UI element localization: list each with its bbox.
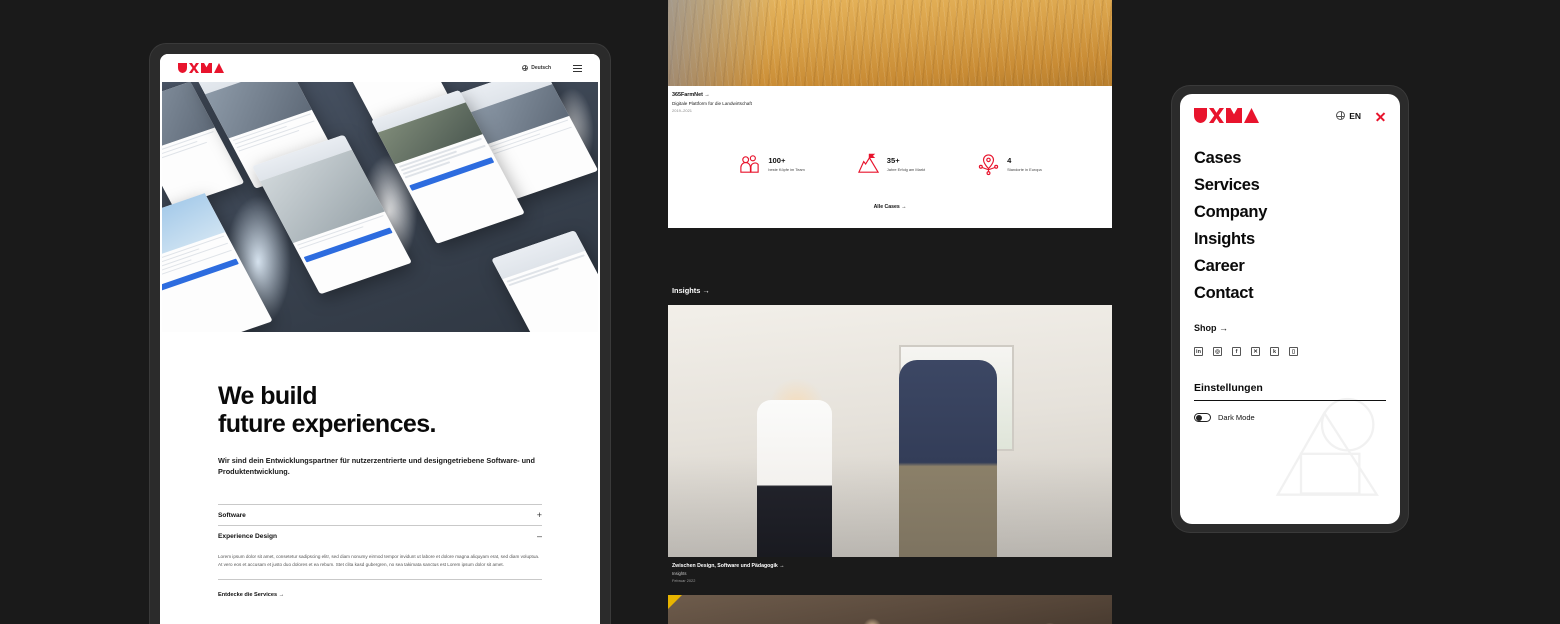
desktop-page-panel: 365FarmNet → Digitale Plattform für die … (668, 0, 1112, 624)
mobile-app-icon[interactable]: ▯ (1289, 347, 1298, 356)
case-section: 365FarmNet → Digitale Plattform für die … (668, 0, 1112, 228)
stats-row: 100+ beste Köpfe im Team 35+ Jahre Erfol… (668, 113, 1112, 204)
location-pin-icon (978, 153, 999, 175)
phone-menu-header: EN (1194, 108, 1386, 123)
insight-category: Insights (672, 571, 687, 576)
team-image (668, 595, 1112, 624)
accordion-item-software[interactable]: Software + (218, 503, 542, 525)
xing-icon[interactable]: ✕ (1251, 347, 1260, 356)
nav-item-contact[interactable]: Contact (1194, 284, 1386, 303)
people-icon (740, 154, 760, 173)
services-accordion: Software + Experience Design – Lorem ips… (218, 503, 542, 598)
stat-item: 4 Standorte in Europa (977, 153, 1042, 176)
services-cta-link[interactable]: Entdecke die Services → (218, 592, 542, 598)
hamburger-menu-icon[interactable] (573, 64, 582, 72)
nav-item-insights[interactable]: Insights (1194, 230, 1386, 249)
dark-mode-toggle[interactable] (1194, 413, 1211, 422)
stat-label: Jahre Erfolg am Markt (886, 167, 926, 172)
case-description: Digitale Plattform für die Landwirtschaf… (672, 100, 752, 106)
case-hero-image (668, 0, 1112, 86)
page-subtitle: Wir sind dein Entwicklungspartner für nu… (218, 456, 535, 476)
tablet-site-header: Deutsch (160, 54, 600, 82)
plus-icon: + (536, 509, 542, 520)
facebook-icon[interactable]: f (1232, 347, 1241, 356)
close-icon[interactable] (1375, 110, 1386, 121)
shop-link[interactable]: Shop → (1194, 323, 1386, 333)
all-cases-link[interactable]: Alle Cases → (668, 204, 1112, 218)
stat-value: 100+ (768, 156, 786, 165)
insight-title-link[interactable]: Zwischen Design, Software und Pädagogik … (672, 563, 1112, 569)
mobile-nav-menu: Cases Services Company Insights Career C… (1194, 149, 1386, 303)
language-switcher[interactable]: EN (1336, 111, 1361, 121)
accordion-title: Experience Design (218, 532, 278, 540)
stat-item: 35+ Jahre Erfolg am Markt (857, 153, 925, 176)
language-label: EN (1349, 110, 1361, 121)
language-switcher[interactable]: Deutsch (522, 65, 551, 71)
screenshot-stage: Deutsch We build future experiences. Wir… (0, 0, 1560, 624)
nav-item-services[interactable]: Services (1194, 176, 1386, 195)
nav-item-cases[interactable]: Cases (1194, 149, 1386, 168)
stat-item: 100+ beste Köpfe im Team (738, 153, 805, 176)
uxma-logo-icon[interactable] (1194, 108, 1259, 123)
page-title-line1: We build (218, 382, 318, 410)
stat-label: beste Köpfe im Team (768, 167, 805, 172)
phone-screen: EN Cases Services Company Insights Caree… (1180, 94, 1400, 524)
language-label: Deutsch (531, 65, 551, 71)
insights-section-label[interactable]: Insights → (668, 228, 1112, 305)
nav-item-company[interactable]: Company (1194, 203, 1386, 222)
minus-icon: – (536, 530, 542, 541)
stat-value: 35+ (886, 156, 900, 165)
stat-value: 4 (1007, 156, 1012, 165)
decorative-watermark (1275, 397, 1379, 496)
insight-date: Februar 2022 (672, 578, 696, 583)
accordion-title: Software (218, 511, 246, 519)
hero-image (162, 82, 598, 332)
tablet-content: We build future experiences. Wir sind de… (160, 332, 600, 598)
accordion-item-experience-design[interactable]: Experience Design – (218, 524, 542, 546)
accordion-body-text: Lorem ipsum dolor sit amet, consetetur s… (218, 546, 542, 580)
phone-device-mockup: EN Cases Services Company Insights Caree… (1172, 86, 1408, 532)
dark-mode-label: Dark Mode (1218, 413, 1255, 422)
case-title-link[interactable]: 365FarmNet → (672, 92, 1112, 98)
uxma-logo-icon[interactable] (178, 63, 224, 73)
tablet-device-mockup: Deutsch We build future experiences. Wir… (150, 44, 610, 624)
globe-icon (522, 65, 529, 71)
insights-section: Insights → Zwischen Design, Software und… (668, 227, 1112, 624)
social-links: in ◎ f ✕ k ▯ (1194, 347, 1386, 356)
page-title-line2: future experiences. (218, 410, 436, 438)
instagram-icon[interactable]: ◎ (1213, 347, 1222, 356)
globe-icon (1336, 111, 1346, 120)
linkedin-icon[interactable]: in (1194, 347, 1203, 356)
nav-item-career[interactable]: Career (1194, 257, 1386, 276)
insight-image (668, 304, 1112, 557)
kununu-icon[interactable]: k (1270, 347, 1279, 356)
tablet-screen: Deutsch We build future experiences. Wir… (160, 54, 600, 624)
mountain-flag-icon (857, 153, 879, 173)
stat-label: Standorte in Europa (1007, 167, 1042, 172)
